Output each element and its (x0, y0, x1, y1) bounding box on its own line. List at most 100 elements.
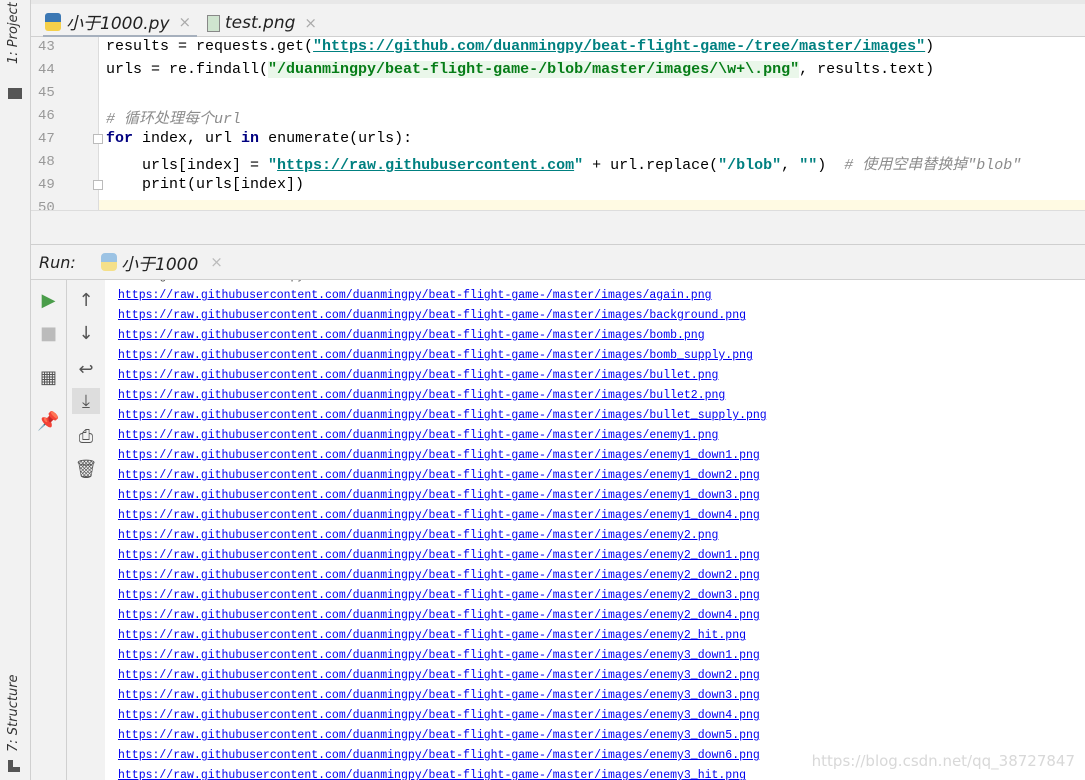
current-line-highlight (99, 200, 1085, 210)
run-label: Run: (39, 252, 76, 272)
watermark: https://blog.csdn.net/qq_38727847 (811, 752, 1075, 770)
console-url-link[interactable]: https://raw.githubusercontent.com/duanmi… (118, 729, 760, 742)
console-url-link[interactable]: https://raw.githubusercontent.com/duanmi… (118, 529, 718, 542)
console-url-link[interactable]: https://raw.githubusercontent.com/duanmi… (118, 309, 746, 322)
code-editor[interactable]: results = requests.get("https://github.c… (31, 37, 1085, 210)
run-toolbar-secondary: ↑ ↓ ↩ ⤓ ⎙ 🗑 (67, 280, 105, 780)
console-url-link[interactable]: https://raw.githubusercontent.com/duanmi… (118, 709, 760, 722)
code-token: # 循环处理每个url (106, 111, 242, 128)
code-line: results = requests.get("https://github.c… (106, 38, 934, 55)
console-url-link[interactable]: https://raw.githubusercontent.com/duanmi… (118, 509, 760, 522)
code-token: "https://github.com/duanmingpy/beat-flig… (313, 38, 926, 55)
close-icon[interactable]: × (304, 14, 317, 32)
console-url-link[interactable]: https://raw.githubusercontent.com/duanmi… (118, 489, 760, 502)
scroll-to-end-icon[interactable]: ⤓ (72, 388, 100, 414)
code-token: "/blob" (718, 157, 782, 174)
console-output[interactable]: C:\ProgramData\Anaconda3\python.exe http… (105, 280, 1085, 780)
rerun-icon[interactable]: ▶ (31, 287, 66, 313)
code-line: # 循环处理每个url (106, 107, 241, 128)
code-token: in (241, 130, 260, 147)
structure-icon (8, 760, 20, 772)
layout-icon[interactable]: ▦ (31, 364, 66, 390)
python-icon (101, 253, 117, 271)
folder-icon (8, 88, 22, 99)
run-panel-header: Run: 小于1000 × (31, 245, 1085, 280)
line-number: 43 (38, 39, 55, 55)
tab-label: 小于1000.py (66, 14, 170, 34)
code-line: urls[index] = "https://raw.githubusercon… (106, 153, 1021, 174)
code-token: enumerate(urls): (259, 130, 413, 147)
fold-icon[interactable] (93, 180, 103, 190)
line-number: 44 (38, 62, 55, 78)
tab-xiaoyu1000-py[interactable]: 小于1000.py × (43, 8, 198, 38)
console-url-link[interactable]: https://raw.githubusercontent.com/duanmi… (118, 769, 746, 780)
up-arrow-icon[interactable]: ↑ (67, 287, 105, 313)
code-token: "/duanmingpy/beat-flight-game-/blob/mast… (268, 61, 800, 78)
console-url-link[interactable]: https://raw.githubusercontent.com/duanmi… (118, 429, 718, 442)
close-icon[interactable]: × (210, 253, 223, 271)
structure-tool-button[interactable]: 7: Structure (6, 674, 21, 752)
code-token: ) (925, 38, 935, 55)
console-url-link[interactable]: https://raw.githubusercontent.com/duanmi… (118, 609, 760, 622)
console-url-link[interactable]: https://raw.githubusercontent.com/duanmi… (118, 329, 705, 342)
code-line: print(urls[index]) (106, 176, 304, 193)
code-token: index, url (133, 130, 242, 147)
pin-icon[interactable]: 📌 (31, 408, 66, 434)
print-icon[interactable]: ⎙ (67, 423, 105, 449)
code-token: https://raw.githubusercontent.com (277, 157, 575, 174)
console-url-link[interactable]: https://raw.githubusercontent.com/duanmi… (118, 469, 760, 482)
editor-bottom-gap (31, 210, 1085, 245)
python-file-icon (45, 12, 61, 31)
code-token: "" (799, 157, 818, 174)
console-url-link[interactable]: https://raw.githubusercontent.com/duanmi… (118, 749, 760, 762)
code-token: + url.replace( (583, 157, 719, 174)
console-url-link[interactable]: https://raw.githubusercontent.com/duanmi… (118, 629, 746, 642)
tab-label: test.png (225, 13, 296, 33)
console-url-link[interactable]: https://raw.githubusercontent.com/duanmi… (118, 349, 753, 362)
code-token: for (106, 130, 134, 147)
console-url-link[interactable]: https://raw.githubusercontent.com/duanmi… (118, 449, 760, 462)
code-token: urls = re.findall( (106, 61, 269, 78)
console-url-link[interactable]: https://raw.githubusercontent.com/duanmi… (118, 549, 760, 562)
console-url-link[interactable]: https://raw.githubusercontent.com/duanmi… (118, 649, 760, 662)
console-url-link[interactable]: https://raw.githubusercontent.com/duanmi… (118, 589, 760, 602)
soft-wrap-icon[interactable]: ↩ (67, 356, 105, 382)
console-url-link[interactable]: https://raw.githubusercontent.com/duanmi… (118, 289, 712, 302)
run-tab-label: 小于1000 (121, 254, 199, 275)
line-number: 45 (38, 85, 55, 101)
console-url-link[interactable]: https://raw.githubusercontent.com/duanmi… (118, 369, 718, 382)
console-url-link[interactable]: https://raw.githubusercontent.com/duanmi… (118, 569, 760, 582)
code-token: , (781, 157, 800, 174)
editor-tabs: 小于1000.py × test.png × (31, 0, 1085, 38)
code-line: urls = re.findall("/duanmingpy/beat-flig… (106, 61, 934, 78)
line-number: 46 (38, 108, 55, 124)
code-token: results = requests.get( (106, 38, 314, 55)
line-number: 50 (38, 200, 55, 210)
image-file-icon (207, 14, 220, 32)
close-icon[interactable]: × (179, 13, 192, 31)
code-token: # 使用空串替换掉"blob" (844, 157, 1022, 174)
run-config-tab[interactable]: 小于1000 × (101, 250, 223, 275)
left-tool-strip: 1: Project 7: Structure (0, 0, 31, 780)
console-url-link[interactable]: https://raw.githubusercontent.com/duanmi… (118, 409, 767, 422)
code-line: for index, url in enumerate(urls): (106, 130, 412, 147)
run-toolbar-primary: ▶ ■ ▦ 📌 (31, 280, 67, 780)
code-token: print(urls[index]) (106, 176, 305, 193)
line-number: 48 (38, 154, 55, 170)
stop-icon[interactable]: ■ (31, 320, 66, 346)
code-token: ) (817, 157, 845, 174)
code-token: " (268, 157, 278, 174)
console-command-line-partial: C:\ProgramData\Anaconda3\python.exe (118, 280, 360, 283)
trash-icon[interactable]: 🗑 (67, 456, 105, 482)
code-token: " (574, 157, 584, 174)
console-url-link[interactable]: https://raw.githubusercontent.com/duanmi… (118, 389, 725, 402)
line-number: 47 (38, 131, 55, 147)
console-url-link[interactable]: https://raw.githubusercontent.com/duanmi… (118, 669, 760, 682)
tab-test-png[interactable]: test.png × (207, 8, 317, 38)
fold-icon[interactable] (93, 134, 103, 144)
down-arrow-icon[interactable]: ↓ (67, 320, 105, 346)
project-tool-button[interactable]: 1: Project (6, 2, 21, 64)
console-url-link[interactable]: https://raw.githubusercontent.com/duanmi… (118, 689, 760, 702)
code-token: , results.text) (799, 61, 935, 78)
code-token: urls[index] = (106, 157, 269, 174)
